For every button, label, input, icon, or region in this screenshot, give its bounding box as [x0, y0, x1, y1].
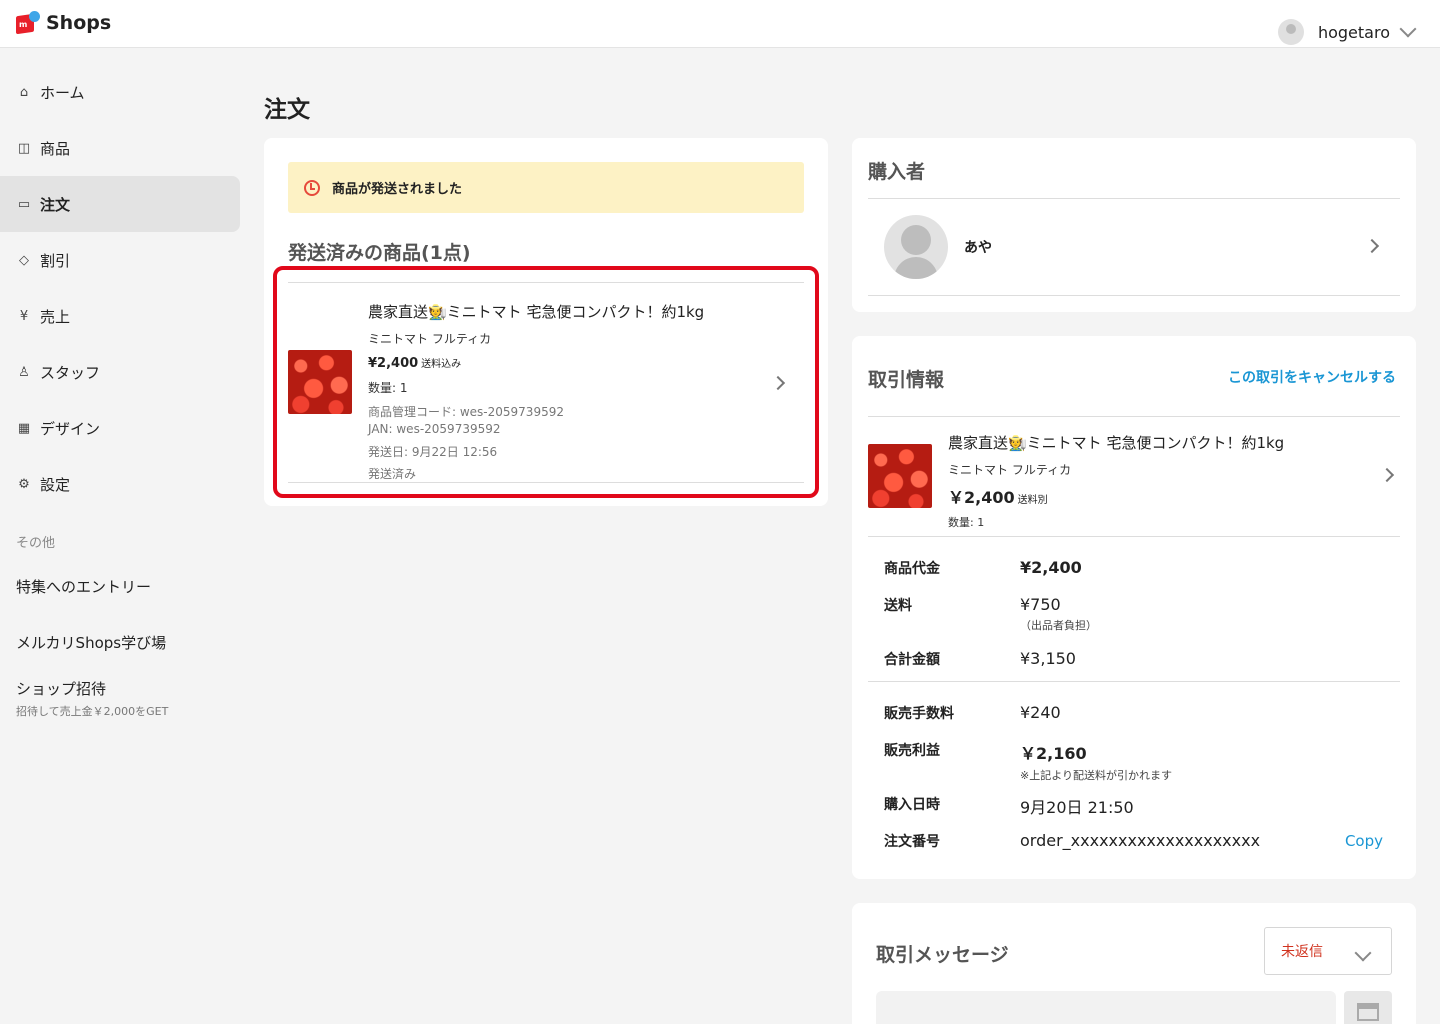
yen-icon: ¥: [19, 308, 29, 324]
sidebar-item-label: 割引: [40, 251, 71, 270]
sidebar-link-sub: 招待して売上金￥2,000をGET: [16, 704, 169, 718]
sidebar-item-products[interactable]: ◫ 商品: [0, 120, 248, 176]
reply-status-value: 未返信: [1281, 944, 1323, 960]
sidebar-item-label: ホーム: [40, 83, 85, 102]
sidebar-section-other: その他: [16, 536, 56, 551]
message-card: 取引メッセージ 未返信: [852, 903, 1416, 1024]
user-avatar: [1277, 19, 1304, 45]
sidebar-item-home[interactable]: ⌂ ホーム: [0, 64, 248, 120]
highlight-frame: [273, 266, 819, 498]
copy-order-button[interactable]: Copy: [1345, 832, 1383, 850]
box-icon: ▭: [17, 196, 31, 212]
sidebar-item-discounts[interactable]: ◇ 割引: [0, 232, 248, 288]
sidebar-item-design[interactable]: ▦ デザイン: [0, 400, 248, 456]
sidebar-item-orders[interactable]: ▭ 注文: [0, 176, 240, 232]
row-total: 合計金額 ¥3,150: [884, 649, 1076, 668]
sidebar-item-sales[interactable]: ¥ 売上: [0, 288, 248, 344]
sidebar-item-staff[interactable]: ♙ スタッフ: [0, 344, 248, 400]
chevron-down-icon: [1354, 944, 1372, 962]
sidebar-item-label: 売上: [40, 307, 71, 326]
trade-info-card: 取引情報 この取引をキャンセルする 農家直送🧑‍🌾ミニトマト 宅急便コンパクト！…: [852, 336, 1416, 879]
sidebar-link-feature-entry[interactable]: 特集へのエントリー: [0, 558, 248, 614]
sidebar-link-label: メルカリShops学び場: [16, 633, 167, 652]
top-bar: m Shops hogetaro: [0, 0, 1440, 48]
product-price: ￥2,400 送料別: [948, 488, 1048, 507]
shipped-notice-text: 商品が発送されました: [332, 182, 463, 197]
sidebar: ⌂ ホーム ◫ 商品 ▭ 注文 ◇ 割引 ¥ 売上 ♙ スタッフ ▦ デザイン …: [0, 64, 248, 726]
tag-icon: ◇: [19, 252, 29, 268]
cancel-trade-link[interactable]: この取引をキャンセルする: [1228, 367, 1396, 387]
buyer-name[interactable]: あや: [964, 237, 992, 257]
camera-icon: ◫: [17, 140, 31, 156]
buyer-heading: 購入者: [868, 161, 926, 183]
shipped-notice: 商品が発送されました: [288, 162, 804, 213]
chevron-down-icon: [1399, 20, 1417, 38]
sidebar-item-label: スタッフ: [40, 363, 101, 382]
page-title: 注文: [264, 97, 310, 123]
row-date: 購入日時 9月20日 21:50: [884, 797, 1134, 817]
store-icon: [1357, 1003, 1379, 1021]
sidebar-item-label: 注文: [40, 195, 71, 214]
reply-status-select[interactable]: 未返信: [1264, 927, 1392, 975]
sidebar-link-label: 特集へのエントリー: [16, 577, 152, 596]
sidebar-item-label: 商品: [40, 139, 71, 158]
chevron-right-icon[interactable]: [1364, 238, 1380, 254]
row-subtotal: 商品代金 ¥2,400: [884, 558, 1082, 577]
sidebar-link-invite[interactable]: ショップ招待 招待して売上金￥2,000をGET: [0, 670, 248, 726]
logo-mark-icon: m: [16, 11, 40, 35]
store-icon: ▦: [17, 420, 31, 436]
row-profit: 販売利益 ￥2,160 ※上記より配送料が引かれます: [884, 743, 1172, 782]
user-name: hogetaro: [1317, 22, 1390, 42]
row-order-number: 注文番号 order_xxxxxxxxxxxxxxxxxxxx: [884, 831, 1261, 850]
row-fee: 販売手数料 ¥240: [884, 703, 1061, 722]
gear-icon: ⚙: [18, 476, 30, 492]
row-shipping: 送料 ¥750 （出品者負担）: [884, 595, 1097, 632]
product-variant: ミニトマト フルティカ: [948, 463, 1072, 477]
product-thumbnail: [868, 444, 932, 508]
clock-icon: [304, 179, 320, 196]
trade-heading: 取引情報: [868, 369, 945, 391]
product-qty: 数量: 1: [948, 516, 985, 529]
buyer-card: 購入者 あや: [852, 138, 1416, 312]
user-menu[interactable]: hogetaro: [1277, 19, 1420, 45]
shipped-heading: 発送済みの商品(1点): [288, 242, 471, 264]
sidebar-item-label: 設定: [40, 475, 71, 494]
sidebar-link-label: ショップ招待: [16, 679, 107, 698]
chevron-right-icon: [1379, 467, 1395, 483]
sidebar-item-label: デザイン: [40, 419, 101, 438]
shops-logo[interactable]: m Shops: [16, 11, 111, 35]
logo-text: Shops: [46, 12, 112, 34]
person-icon: ♙: [18, 364, 30, 380]
message-input[interactable]: [876, 991, 1336, 1024]
sidebar-link-learning[interactable]: メルカリShops学び場: [0, 614, 248, 670]
template-button[interactable]: [1344, 991, 1392, 1024]
product-title: 農家直送🧑‍🌾ミニトマト 宅急便コンパクト！約1kg: [948, 434, 1285, 452]
sidebar-item-settings[interactable]: ⚙ 設定: [0, 456, 248, 512]
message-heading: 取引メッセージ: [876, 944, 1009, 966]
home-icon: ⌂: [19, 84, 29, 100]
buyer-avatar: [884, 215, 948, 279]
